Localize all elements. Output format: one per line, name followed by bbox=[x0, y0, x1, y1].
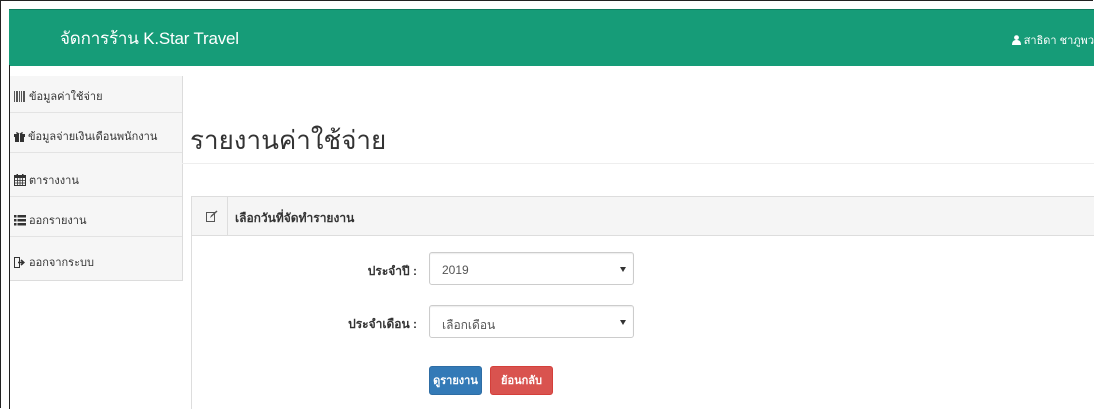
brand-link[interactable]: จัดการร้าน K.Star Travel bbox=[60, 25, 239, 52]
sidebar-item-label: ตารางงาน bbox=[29, 175, 79, 187]
year-label: ประจำปี : bbox=[367, 264, 417, 278]
barcode-icon bbox=[14, 90, 26, 102]
year-select-value: 2019 bbox=[442, 263, 469, 277]
user-name: สาธิดา ชาภูพว bbox=[1023, 35, 1094, 47]
sidebar-item-logout[interactable]: ออกจากระบบ bbox=[10, 242, 182, 278]
calendar-icon bbox=[14, 174, 26, 186]
sidebar-item-label: ออกจากระบบ bbox=[29, 257, 94, 269]
sidebar-item-schedule[interactable]: ตารางงาน bbox=[10, 160, 182, 197]
sidebar-item-label: ข้อมูลค่าใช้จ่าย bbox=[29, 91, 103, 103]
view-report-button[interactable]: ดูรายงาน bbox=[429, 366, 482, 395]
chevron-down-icon bbox=[620, 267, 626, 272]
month-label: ประจำเดือน : bbox=[348, 317, 417, 331]
sidebar-item-expenses[interactable]: ข้อมูลค่าใช้จ่าย bbox=[10, 76, 182, 113]
sidebar-item-salary[interactable]: ข้อมูลจ่ายเงินเดือนพนักงาน bbox=[10, 116, 182, 153]
panel-heading-text: เลือกวันที่จัดทำรายงาน bbox=[235, 211, 355, 225]
chevron-down-icon bbox=[620, 320, 626, 325]
list-icon bbox=[14, 214, 26, 226]
title-divider bbox=[182, 163, 1094, 164]
sidebar: ข้อมูลค่าใช้จ่าย ข้อมูลจ่ายเงินเดือนพนัก… bbox=[10, 76, 183, 281]
heading-divider bbox=[227, 197, 228, 235]
year-select[interactable]: 2019 bbox=[429, 252, 634, 285]
user-menu[interactable]: สาธิดา ชาภูพว bbox=[1011, 31, 1094, 49]
page-title: รายงานค่าใช้จ่าย bbox=[190, 125, 387, 155]
top-navbar: จัดการร้าน K.Star Travel สาธิดา ชาภูพว bbox=[9, 9, 1094, 66]
gift-icon bbox=[14, 131, 25, 142]
log-out-icon bbox=[14, 256, 26, 268]
user-icon bbox=[1011, 35, 1021, 45]
back-button[interactable]: ย้อนกลับ bbox=[490, 366, 553, 395]
sidebar-item-label: ออกรายงาน bbox=[29, 215, 87, 227]
panel-heading: เลือกวันที่จัดทำรายงาน bbox=[191, 196, 1094, 236]
sidebar-item-report[interactable]: ออกรายงาน bbox=[10, 200, 182, 237]
sidebar-item-label: ข้อมูลจ่ายเงินเดือนพนักงาน bbox=[28, 131, 158, 143]
month-select[interactable]: เลือกเดือน bbox=[429, 305, 634, 338]
month-select-value: เลือกเดือน bbox=[442, 318, 496, 332]
edit-icon bbox=[206, 209, 218, 227]
